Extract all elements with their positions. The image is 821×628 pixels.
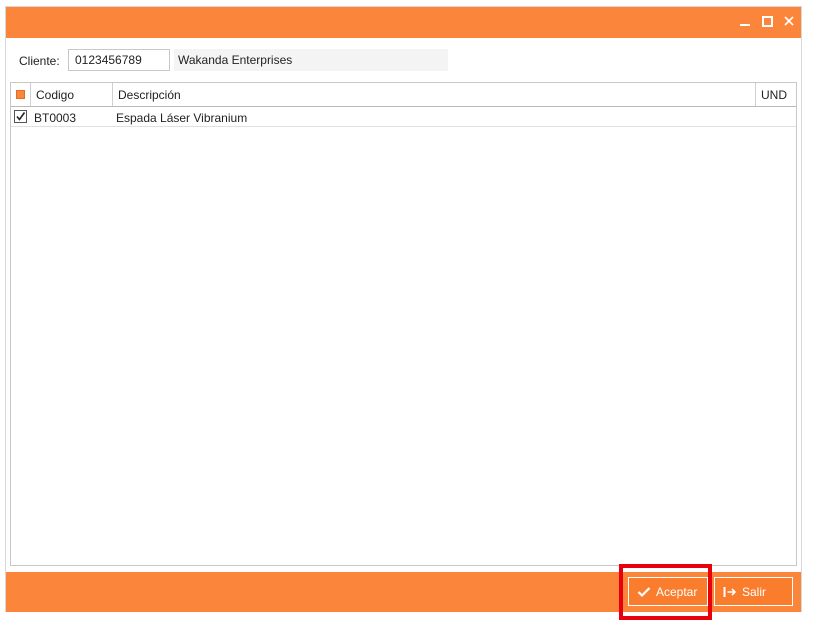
select-all-checkbox[interactable] [16, 90, 25, 99]
client-name-field: Wakanda Enterprises [174, 49, 448, 71]
window-controls [739, 15, 795, 27]
footer-bar: Aceptar Salir [6, 572, 801, 612]
grid-header: Codigo Descripción UND [11, 83, 796, 107]
client-label: Cliente: [19, 54, 60, 68]
row-code-cell: BT0003 [34, 111, 77, 125]
exit-button-label: Salir [742, 584, 767, 599]
row-unit-cell [756, 108, 796, 126]
exit-icon [723, 586, 737, 598]
maximize-icon[interactable] [761, 15, 773, 27]
checkmark-icon [637, 586, 651, 598]
accept-button[interactable]: Aceptar [628, 577, 708, 606]
select-all-column-header[interactable] [11, 83, 31, 106]
accept-button-label: Aceptar [656, 584, 698, 599]
exit-button[interactable]: Salir [714, 577, 793, 606]
minimize-icon[interactable] [739, 15, 751, 27]
row-select-cell[interactable] [11, 108, 31, 126]
close-icon[interactable] [783, 15, 795, 27]
column-header-descripcion[interactable]: Descripción [113, 83, 756, 106]
table-row[interactable]: BT0003 Espada Láser Vibranium [11, 108, 796, 127]
column-header-und[interactable]: UND [756, 83, 796, 106]
checkmark-icon [16, 112, 26, 121]
client-row: Cliente: Wakanda Enterprises [6, 47, 801, 73]
column-header-codigo[interactable]: Codigo [31, 83, 113, 106]
client-code-input[interactable] [68, 49, 170, 71]
items-grid: Codigo Descripción UND BT0003 Espada Lás… [10, 82, 797, 566]
row-checkbox[interactable] [14, 110, 27, 123]
dialog-window: Cliente: Wakanda Enterprises Codigo Desc… [5, 6, 802, 612]
title-bar [6, 7, 801, 38]
row-description-cell: Espada Láser Vibranium [116, 111, 248, 125]
